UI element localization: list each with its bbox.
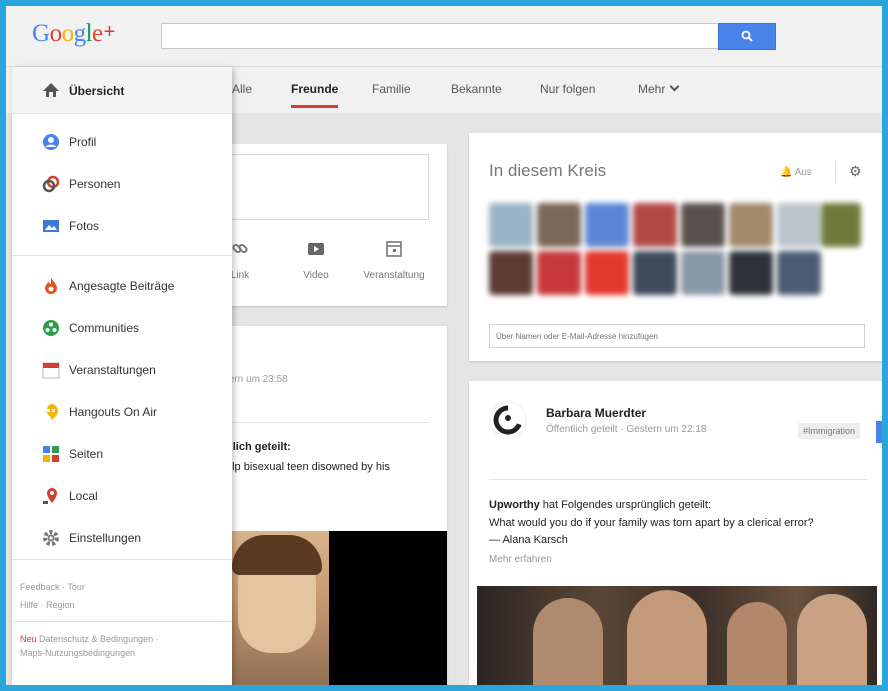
divider (489, 479, 867, 480)
google-plus-logo[interactable]: Google+ (32, 20, 115, 48)
sidebar-item-overview[interactable]: Übersicht (12, 67, 232, 114)
video-icon (308, 243, 324, 255)
avatar[interactable] (729, 203, 773, 247)
tab-bekannte[interactable]: Bekannte (451, 82, 502, 96)
post-quote: — Alana Karsch (489, 534, 568, 546)
search-button[interactable] (718, 23, 776, 50)
events-icon (42, 362, 60, 379)
hangouts-icon (46, 404, 58, 420)
search-icon (741, 30, 753, 42)
sidebar-divider (12, 255, 232, 256)
post-photo[interactable] (477, 586, 877, 685)
avatar[interactable] (777, 251, 821, 295)
avatar[interactable] (729, 251, 773, 295)
flame-icon (45, 278, 57, 294)
author-name[interactable]: Barbara Muerdter (546, 406, 646, 420)
gear-icon[interactable]: ⚙ (849, 163, 862, 180)
pages-icon (43, 446, 59, 462)
profile-icon (43, 134, 59, 150)
tab-mehr[interactable]: Mehr (638, 81, 680, 96)
tab-nur-folgen[interactable]: Nur folgen (540, 82, 595, 96)
photos-icon (43, 220, 59, 232)
chevron-down-icon (669, 81, 680, 92)
avatar[interactable] (633, 203, 677, 247)
settings-gear-icon (43, 530, 59, 546)
shared-label: glich geteilt: (226, 441, 291, 453)
circle-card: In diesem Kreis 🔔 Aus ⚙ (469, 133, 882, 361)
post-text[interactable]: elp bisexual teen disowned by his (226, 461, 390, 473)
upworthy-logo-icon (493, 405, 523, 435)
event-action[interactable]: Veranstaltung (354, 240, 434, 281)
hashtag-chip[interactable]: #Immigration (798, 423, 861, 439)
footer-maps-terms[interactable]: Maps-Nutzungsbedingungen (20, 648, 135, 658)
avatar[interactable] (681, 251, 725, 295)
circles-icon (42, 175, 60, 193)
bell-icon: 🔔 (780, 167, 793, 178)
avatar[interactable] (821, 203, 861, 247)
video-action[interactable]: Video (296, 240, 336, 281)
composer-card: Link Video Veranstaltung (226, 144, 447, 306)
calendar-icon (386, 241, 402, 257)
avatar[interactable] (489, 401, 527, 439)
circle-title: In diesem Kreis (489, 161, 607, 180)
avatar[interactable] (777, 203, 821, 247)
post-video-thumbnail[interactable] (226, 531, 329, 685)
communities-icon (43, 320, 59, 336)
divider (226, 422, 429, 423)
search-input[interactable] (161, 23, 721, 49)
post-meta[interactable]: Öffentlich geteilt · Gestern um 22:18 (546, 424, 706, 435)
post-card-left: tern um 23:58 glich geteilt: elp bisexua… (226, 326, 447, 685)
avatar[interactable] (489, 203, 533, 247)
avatar[interactable] (633, 251, 677, 295)
shared-label: Upworthy hat Folgendes ursprünglich gete… (489, 499, 711, 511)
top-bar: Google+ (6, 6, 882, 67)
avatar[interactable] (585, 251, 629, 295)
composer-input[interactable] (226, 154, 429, 220)
footer-legal[interactable]: Neu Datenschutz & Bedingungen · (20, 634, 159, 644)
tab-alle[interactable]: Alle (232, 82, 252, 96)
tab-familie[interactable]: Familie (372, 82, 411, 96)
footer-feedback-tour[interactable]: Feedback · Tour (20, 582, 85, 592)
sidebar-divider (12, 621, 232, 622)
navigation-drawer: Übersicht Profil Personen Fotos Angesagt… (12, 67, 232, 685)
avatar[interactable] (489, 251, 533, 295)
post-text: What would you do if your family was tor… (489, 517, 814, 529)
avatar[interactable] (537, 203, 581, 247)
tab-freunde[interactable]: Freunde (291, 82, 339, 108)
post-time: tern um 23:58 (226, 374, 288, 385)
avatar[interactable] (585, 203, 629, 247)
link-icon (232, 243, 248, 254)
add-person-input[interactable] (489, 324, 865, 348)
sidebar-divider (12, 559, 232, 560)
avatar[interactable] (681, 203, 725, 247)
mute-toggle[interactable]: 🔔 Aus (780, 167, 812, 178)
app-frame: Google+ Alle Freunde Familie Bekannte Nu… (6, 6, 882, 685)
read-more-link[interactable]: Mehr erfahren (489, 554, 552, 565)
avatar[interactable] (537, 251, 581, 295)
footer-help-region[interactable]: Hilfe · Region (20, 600, 75, 610)
home-icon (43, 83, 59, 97)
location-pin-icon (43, 488, 57, 504)
post-card-right: Barbara Muerdter Öffentlich geteilt · Ge… (469, 381, 882, 685)
